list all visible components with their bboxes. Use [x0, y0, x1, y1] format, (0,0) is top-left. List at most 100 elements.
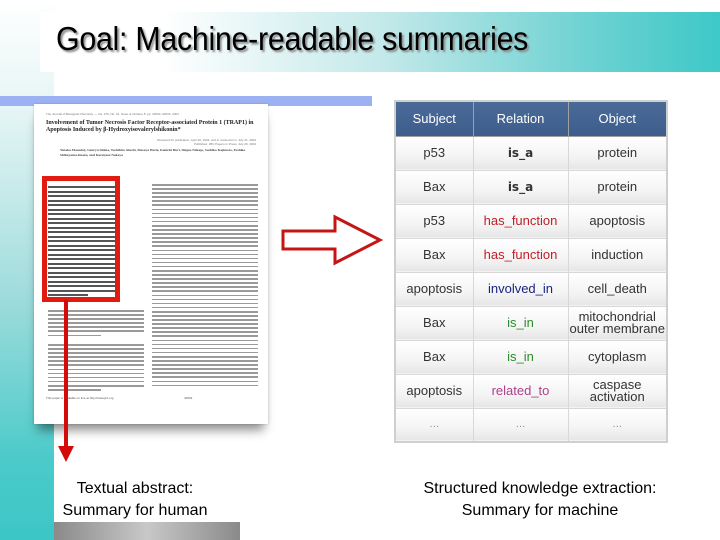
- text-line: [152, 323, 258, 325]
- text-line: [152, 310, 258, 313]
- paper-title: Involvement of Tumor Necrosis Factor Rec…: [46, 120, 254, 133]
- table-header-row: Subject Relation Object: [394, 100, 668, 137]
- table-row: p53 has_function apoptosis: [394, 203, 668, 239]
- text-line: [48, 314, 144, 316]
- text-line: [48, 372, 144, 375]
- bottom-gradient-strip: [54, 522, 240, 540]
- cell-object: caspase activation: [567, 373, 668, 409]
- text-line: [152, 282, 258, 284]
- cell-subject: apoptosis: [394, 271, 474, 307]
- cell-object: induction: [567, 237, 668, 273]
- text-line: [48, 364, 144, 367]
- text-line: [152, 229, 258, 231]
- text-line: [152, 233, 258, 235]
- triples-table: Subject Relation Object p53 is_a protein Ba…: [394, 100, 668, 443]
- caption-left-line1: Textual abstract:: [76, 480, 194, 497]
- text-line: [48, 368, 144, 371]
- header-object: Object: [567, 100, 668, 137]
- cell-subject: p53: [394, 203, 474, 239]
- text-line: [152, 351, 258, 354]
- text-line: [48, 310, 144, 312]
- paper-intro-text: [48, 310, 144, 339]
- text-line: [152, 315, 258, 317]
- text-line: [48, 360, 144, 362]
- paper-received: Received for publication, April 29, 2004…: [157, 138, 256, 146]
- text-line: [48, 318, 144, 320]
- text-line: [152, 335, 258, 338]
- caption-right-line2: Summary for machine: [461, 502, 619, 519]
- cell-relation: related_to: [472, 373, 569, 409]
- table-row: apoptosis involved_in cell_death: [394, 271, 668, 307]
- text-line: [152, 224, 258, 227]
- text-line: [48, 376, 144, 379]
- table-row: Bax is_in mitochondrial outer membrane: [394, 305, 668, 341]
- caption-right-line1: Structured knowledge extraction:: [423, 480, 657, 497]
- cell-object: protein: [567, 135, 668, 171]
- cell-relation: has_function: [472, 237, 569, 273]
- paper-column-right-text: [152, 184, 258, 389]
- down-arrow-icon: [58, 446, 74, 462]
- cell-subject: …: [394, 407, 474, 443]
- text-line: [152, 200, 258, 202]
- cell-object: apoptosis: [567, 203, 668, 239]
- text-line: [152, 302, 258, 305]
- text-line: [152, 306, 258, 309]
- paper-footer: This paper is available on line at http:…: [46, 396, 114, 400]
- cell-relation: has_function: [472, 203, 569, 239]
- cell-object: mitochondrial outer membrane: [567, 305, 668, 341]
- text-line: [152, 188, 258, 190]
- text-line: [152, 220, 258, 223]
- text-line: [48, 344, 144, 346]
- table-row: Bax is_a protein: [394, 169, 668, 205]
- table-row: ………: [394, 407, 668, 443]
- text-line: [152, 249, 258, 252]
- cell-subject: Bax: [394, 339, 474, 375]
- table-row: Bax has_function induction: [394, 237, 668, 273]
- text-line: [48, 384, 144, 387]
- header-relation: Relation: [472, 100, 569, 137]
- text-line: [152, 372, 258, 374]
- text-line: [152, 278, 258, 280]
- text-line: [152, 355, 258, 358]
- text-line: [152, 286, 258, 288]
- text-line: [48, 322, 144, 324]
- text-line: [152, 298, 258, 301]
- text-line: [152, 261, 258, 264]
- table-row: p53 is_a protein: [394, 135, 668, 171]
- text-line: [152, 196, 258, 198]
- text-line: [152, 245, 258, 247]
- text-line: [152, 331, 258, 333]
- text-line: [48, 352, 144, 354]
- text-line: [48, 326, 144, 328]
- cell-object: cytoplasm: [567, 339, 668, 375]
- text-line: [48, 348, 144, 350]
- text-line: [152, 319, 258, 321]
- text-line: [152, 184, 258, 186]
- text-line: [152, 290, 258, 293]
- text-line: [152, 327, 258, 329]
- text-line: [152, 212, 258, 215]
- right-arrow-icon: [281, 214, 384, 266]
- text-line: [48, 356, 144, 358]
- cell-relation: involved_in: [472, 271, 569, 307]
- text-line: [152, 265, 258, 268]
- table-row: Bax is_in cytoplasm: [394, 339, 668, 375]
- cell-subject: Bax: [394, 237, 474, 273]
- cell-relation: …: [472, 407, 569, 443]
- cell-object: cell_death: [567, 271, 668, 307]
- text-line: [48, 380, 144, 383]
- text-line: [152, 192, 258, 194]
- text-line: [152, 347, 258, 350]
- text-line: [152, 257, 258, 260]
- cell-relation: is_in: [472, 305, 569, 341]
- caption-human-summary: Textual abstract: Summary for human: [50, 478, 220, 522]
- down-arrow-shaft: [64, 300, 68, 448]
- cell-relation: is_a: [472, 135, 569, 171]
- text-line: [152, 216, 258, 219]
- text-line: [152, 241, 258, 243]
- slide-title: Goal: Machine-readable summaries: [56, 20, 529, 57]
- text-line: [152, 253, 258, 256]
- paper-page-number: 42503: [184, 396, 193, 400]
- text-line: [152, 294, 258, 297]
- text-line: [152, 269, 258, 272]
